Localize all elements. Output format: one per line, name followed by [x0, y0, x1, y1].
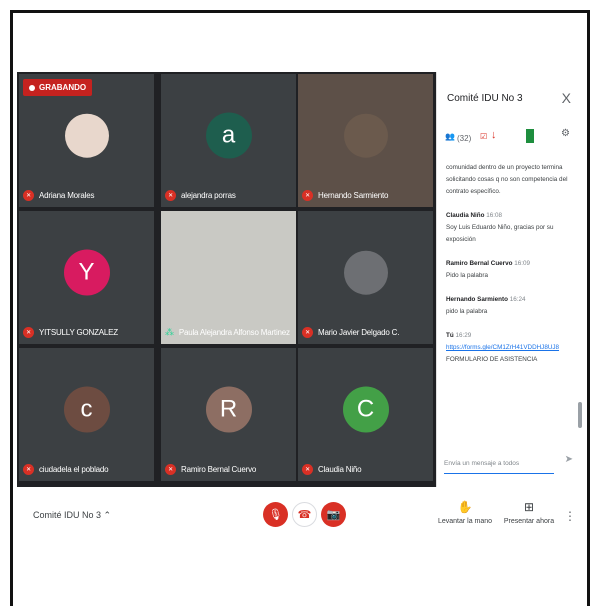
avatar: C: [342, 385, 389, 432]
participant-grid: ✕ Adriana Morales a ✕ alejandra porras ✕ Herna…: [17, 72, 436, 487]
raise-hand-button[interactable]: ✋ Levantar la mano: [435, 500, 495, 525]
chat-panel: Comité IDU No 3 X 👥 (32) ☑ ↓ ⚙ comunidad…: [436, 72, 585, 487]
participant-name: Claudia Niño: [318, 465, 362, 474]
mic-off-icon: ✕: [302, 190, 313, 201]
panel-title: Comité IDU No 3: [447, 93, 523, 104]
mic-off-icon: ✕: [302, 327, 313, 338]
participant-name-row: ✕ Mario Javier Delgado C.: [302, 327, 399, 338]
avatar: Y: [63, 248, 110, 295]
mic-off-icon: 🎙: [268, 509, 283, 521]
present-button[interactable]: ⊞ Presentar ahora: [499, 500, 559, 525]
meeting-name-label: Comité IDU No 3: [33, 510, 102, 520]
hand-icon: ✋: [457, 500, 473, 514]
message-text: Pido la palabra: [446, 272, 489, 279]
message-text: Soy Luis Eduardo Niño, gracias por su ex…: [446, 224, 554, 243]
mic-off-icon: ✕: [23, 464, 34, 475]
participant-tile[interactable]: C ✕ Claudia Niño: [298, 348, 433, 481]
tasks-icon[interactable]: ☑: [480, 132, 487, 141]
mic-off-icon: ✕: [302, 464, 313, 475]
panel-tabs: 👥 (32) ☑ ↓ ⚙: [443, 128, 583, 150]
message-text: FORMULARIO DE ASISTENCIA: [446, 356, 538, 363]
chat-message: Hernando Sarmiento 16:24 pido la palabra: [446, 294, 578, 318]
recording-label: GRABANDO: [39, 83, 87, 92]
participant-name: Paula Alejandra Alfonso Martinez: [178, 328, 290, 337]
close-icon[interactable]: X: [562, 90, 571, 106]
participant-tile[interactable]: ⁂ Paula Alejandra Alfonso Martinez: [161, 211, 296, 344]
participant-name-row: ✕ alejandra porras: [165, 190, 236, 201]
participant-name-row: ⁂ Paula Alejandra Alfonso Martinez: [165, 327, 290, 338]
meet-window: ✕ Adriana Morales a ✕ alejandra porras ✕ Herna…: [17, 72, 585, 544]
speaking-icon: ⁂: [165, 327, 174, 337]
participant-name: YITSULLY GONZALEZ: [39, 328, 118, 337]
message-sender: Hernando Sarmiento: [446, 296, 508, 303]
message-time: 16:09: [514, 260, 531, 267]
chat-messages: comunidad dentro de un proyecto termina …: [446, 162, 578, 424]
message-text: pido la palabra: [446, 308, 488, 315]
participant-name: Adriana Morales: [39, 191, 95, 200]
phone-icon: ☎: [297, 509, 312, 521]
participant-tile[interactable]: ✕ Mario Javier Delgado C.: [298, 211, 433, 344]
avatar: a: [205, 111, 252, 158]
participant-name-row: ✕ Ramiro Bernal Cuervo: [165, 464, 256, 475]
arrow-down-icon: ↓: [491, 129, 497, 141]
participant-name: ciudadela el poblado: [39, 465, 109, 474]
chat-message: comunidad dentro de un proyecto termina …: [446, 162, 578, 198]
meeting-name[interactable]: Comité IDU No 3 ⌃: [33, 510, 111, 521]
camera-off-button[interactable]: 📷: [321, 502, 346, 527]
participant-name-row: ✕ Hernando Sarmiento: [302, 190, 388, 201]
message-time: 16:24: [509, 296, 526, 303]
participant-tile[interactable]: R ✕ Ramiro Bernal Cuervo: [161, 348, 296, 481]
participant-name-row: ✕ ciudadela el poblado: [23, 464, 109, 475]
control-bar: Comité IDU No 3 ⌃ 🎙 ☎ 📷 ✋ Levantar la ma…: [17, 487, 585, 544]
participant-name: Mario Javier Delgado C.: [318, 328, 400, 337]
chevron-up-icon: ⌃: [103, 510, 112, 520]
participant-tile[interactable]: c ✕ ciudadela el poblado: [19, 348, 154, 481]
avatar: R: [205, 385, 252, 432]
chat-scrollbar[interactable]: [578, 402, 582, 428]
send-icon[interactable]: ➤: [565, 454, 573, 465]
message-sender: Ramiro Bernal Cuervo: [446, 260, 513, 267]
avatar: c: [63, 385, 110, 432]
mic-off-icon: ✕: [23, 190, 34, 201]
participant-tile[interactable]: Y ✕ YITSULLY GONZALEZ: [19, 211, 154, 344]
mic-off-button[interactable]: 🎙: [263, 502, 288, 527]
chat-message: Ramiro Bernal Cuervo 16:09 Pido la palab…: [446, 258, 578, 282]
participant-name: Hernando Sarmiento: [318, 191, 389, 200]
message-link[interactable]: https://forms.gle/CM1ZrH41VDDHJ8UJ8: [446, 342, 578, 354]
participant-name: alejandra porras: [181, 191, 236, 200]
participant-name-row: ✕ Adriana Morales: [23, 190, 94, 201]
more-options-icon[interactable]: ⋮: [564, 509, 576, 523]
chat-input[interactable]: Envía un mensaje a todos: [444, 460, 554, 474]
recording-dot-icon: [29, 84, 35, 91]
participant-name-row: ✕ YITSULLY GONZALEZ: [23, 327, 118, 338]
mic-off-icon: ✕: [165, 190, 176, 201]
participant-tile[interactable]: ✕ Hernando Sarmiento: [298, 74, 433, 207]
mic-off-icon: ✕: [23, 327, 34, 338]
recording-badge: GRABANDO: [23, 79, 93, 96]
participant-name-row: ✕ Claudia Niño: [302, 464, 362, 475]
message-sender: Tú: [446, 332, 454, 339]
participant-tile[interactable]: a ✕ alejandra porras: [161, 74, 296, 207]
camera-off-icon: 📷: [326, 509, 341, 521]
present-icon: ⊞: [523, 500, 535, 514]
end-call-button[interactable]: ☎: [292, 502, 317, 527]
chat-message: Claudia Niño 16:08 Soy Luis Eduardo Niño…: [446, 210, 578, 246]
avatar: [343, 250, 388, 295]
message-time: 16:08: [486, 212, 502, 219]
participant-name: Ramiro Bernal Cuervo: [181, 465, 257, 474]
chat-tab-icon[interactable]: [526, 129, 534, 143]
message-text: comunidad dentro de un proyecto termina …: [446, 164, 568, 195]
people-icon[interactable]: 👥: [445, 132, 455, 141]
mic-off-icon: ✕: [165, 464, 176, 475]
present-label: Presentar ahora: [503, 518, 555, 525]
message-time: 16:29: [455, 332, 472, 339]
avatar: [64, 113, 109, 158]
raise-hand-label: Levantar la mano: [437, 518, 493, 525]
people-count: (32): [457, 134, 472, 143]
message-sender: Claudia Niño: [446, 212, 485, 219]
activities-icon[interactable]: ⚙: [561, 128, 570, 139]
avatar: [343, 113, 388, 158]
chat-message: Tú 16:29 https://forms.gle/CM1ZrH41VDDHJ…: [446, 330, 578, 366]
